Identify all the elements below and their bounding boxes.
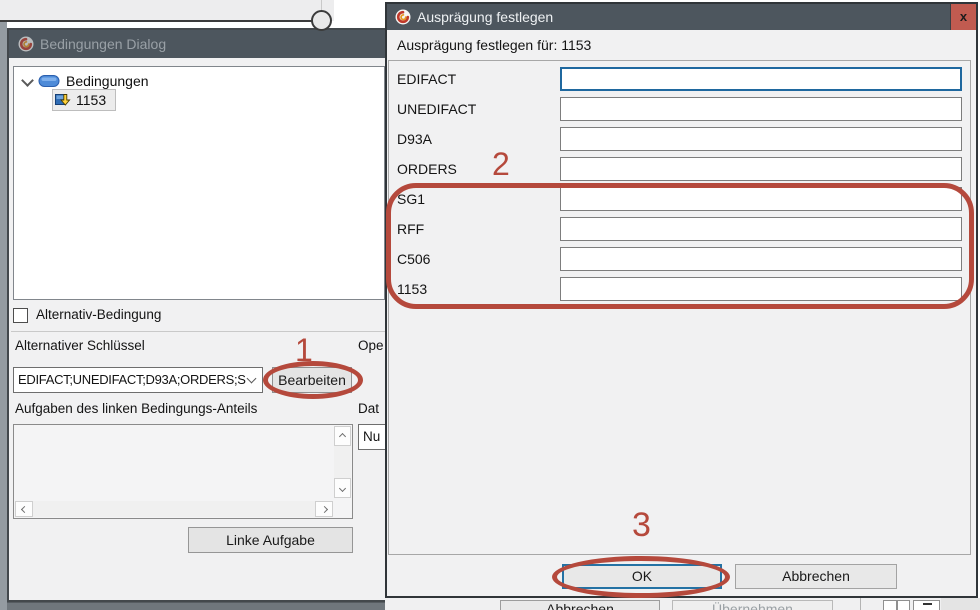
fragment-spinner-box (883, 600, 897, 610)
fragment-spinner-box (897, 600, 910, 610)
conditions-tree[interactable]: Bedingungen 1153 (13, 66, 385, 300)
tree-node-bedingungen[interactable]: Bedingungen (18, 71, 378, 91)
condition-item-icon (55, 92, 72, 108)
field-label-unedifact: UNEDIFACT (397, 97, 476, 121)
operator-label-clipped: Ope (358, 338, 384, 353)
fragment-glyph (923, 603, 932, 605)
fragment-fill (941, 598, 980, 610)
auspraegung-festlegen-dialog: Ausprägung festlegen x Ausprägung festle… (385, 2, 978, 598)
alternativer-schluessel-label: Alternativer Schlüssel (15, 338, 145, 353)
horizontal-scrollbar[interactable] (15, 501, 333, 517)
scroll-up-icon (339, 432, 346, 439)
left-tasks-listbox[interactable] (13, 424, 353, 519)
scroll-left-icon (20, 505, 27, 512)
condition-root-icon (38, 74, 60, 88)
diagram-connector-line (0, 20, 313, 22)
uebernehmen-button-disabled: Übernehmen (672, 600, 833, 610)
alternativ-bedingung-checkbox[interactable] (13, 308, 28, 323)
scroll-right-button[interactable] (315, 501, 333, 517)
bedingungen-dialog-titlebar[interactable]: Bedingungen Dialog (9, 30, 385, 58)
chevron-down-icon[interactable] (21, 74, 34, 87)
field-input-sg1[interactable] (560, 187, 962, 211)
background-canvas-strip (0, 0, 334, 21)
abbrechen-button-background[interactable]: Abbrechen (500, 600, 660, 610)
combobox-value: Nu (363, 425, 380, 449)
tree-node-label: Bedingungen (66, 71, 149, 91)
field-input-1153[interactable] (560, 277, 962, 301)
alternativ-bedingung-label: Alternativ-Bedingung (36, 307, 161, 322)
abbrechen-button[interactable]: Abbrechen (735, 564, 897, 589)
field-label-edifact: EDIFACT (397, 67, 456, 91)
window-edge-strip (0, 22, 7, 610)
scroll-up-button[interactable] (334, 426, 351, 446)
tree-node-label: 1153 (76, 90, 106, 110)
alternative-key-combobox[interactable]: EDIFACT;UNEDIFACT;D93A;ORDERS;S (13, 367, 263, 393)
scroll-down-button[interactable] (334, 478, 351, 498)
app-logo-icon (18, 36, 34, 52)
fragment-icon-box (913, 600, 940, 610)
connector-node (311, 10, 332, 31)
field-label-c506: C506 (397, 247, 430, 271)
field-input-rff[interactable] (560, 217, 962, 241)
vertical-scrollbar[interactable] (334, 426, 351, 498)
datentyp-label-clipped: Dat (358, 401, 379, 416)
dialog-title: Ausprägung festlegen (417, 4, 553, 30)
field-label-rff: RFF (397, 217, 424, 241)
chevron-down-icon[interactable] (247, 374, 257, 384)
tree-node-1153-selected[interactable]: 1153 (52, 89, 116, 111)
field-label-sg1: SG1 (397, 187, 425, 211)
divider (860, 598, 861, 610)
scroll-right-icon (320, 505, 327, 512)
fields-panel: EDIFACT UNEDIFACT D93A ORDERS SG1 RFF (388, 60, 971, 555)
field-label-orders: ORDERS (397, 157, 457, 181)
field-label-1153: 1153 (397, 277, 427, 301)
aufgaben-label: Aufgaben des linken Bedingungs-Anteils (15, 401, 257, 416)
window-bottom-band (7, 602, 390, 610)
field-input-d93a[interactable] (560, 127, 962, 151)
bedingungen-dialog: Bedingungen Dialog Bedingungen 1153 (7, 28, 387, 602)
dialog-title: Bedingungen Dialog (40, 30, 166, 58)
field-input-orders[interactable] (560, 157, 962, 181)
app-logo-icon (395, 9, 411, 25)
ok-button[interactable]: OK (562, 564, 722, 589)
field-input-c506[interactable] (560, 247, 962, 271)
field-input-edifact[interactable] (560, 67, 962, 91)
linke-aufgabe-button[interactable]: Linke Aufgabe (188, 527, 353, 553)
dialog-titlebar[interactable]: Ausprägung festlegen x (387, 4, 976, 30)
bearbeiten-button[interactable]: Bearbeiten (272, 367, 352, 393)
scroll-left-button[interactable] (15, 501, 33, 517)
field-label-d93a: D93A (397, 127, 432, 151)
screenshot-stage: Bedingungen Dialog Bedingungen 1153 (0, 0, 980, 610)
separator (11, 331, 385, 332)
combobox-value: EDIFACT;UNEDIFACT;D93A;ORDERS;S (18, 368, 246, 392)
scroll-down-icon (339, 484, 346, 491)
field-input-unedifact[interactable] (560, 97, 962, 121)
close-icon[interactable]: x (950, 4, 976, 30)
dialog-header-text: Ausprägung festlegen für: 1153 (397, 30, 591, 60)
